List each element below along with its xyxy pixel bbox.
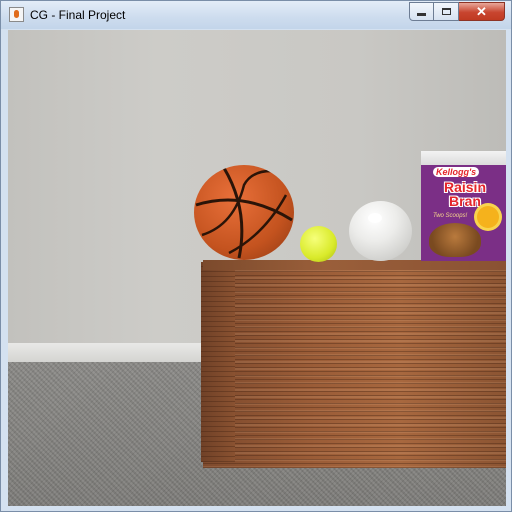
wooden-table-top bbox=[203, 260, 506, 270]
minimize-button[interactable] bbox=[409, 2, 434, 21]
cereal-brand-logo: Kellogg's bbox=[433, 167, 480, 177]
cereal-bowl-image bbox=[429, 223, 481, 257]
white-ball-highlight bbox=[368, 213, 382, 223]
close-icon: ✕ bbox=[476, 4, 487, 19]
wooden-table-side bbox=[201, 262, 235, 462]
sun-mascot-icon bbox=[477, 206, 499, 228]
cereal-name: Raisin Bran bbox=[430, 180, 500, 208]
maximize-icon bbox=[441, 8, 451, 15]
tennis-ball bbox=[300, 226, 337, 262]
basketball bbox=[194, 165, 294, 260]
wooden-table bbox=[203, 268, 506, 468]
cereal-box: Kellogg's Raisin Bran Two Scoops! bbox=[421, 151, 506, 261]
minimize-icon bbox=[417, 13, 426, 16]
window-controls: ✕ bbox=[409, 2, 505, 21]
window-title: CG - Final Project bbox=[30, 8, 126, 22]
cereal-name-line1: Raisin bbox=[443, 179, 486, 195]
render-canvas[interactable]: Kellogg's Raisin Bran Two Scoops! bbox=[8, 30, 506, 506]
app-window: CG - Final Project ✕ Kellogg's Raisin Br… bbox=[0, 0, 512, 512]
cereal-tagline: Two Scoops! bbox=[433, 213, 468, 219]
cereal-box-top bbox=[421, 151, 506, 165]
maximize-button[interactable] bbox=[434, 2, 459, 21]
title-bar[interactable]: CG - Final Project ✕ bbox=[1, 1, 511, 29]
close-button[interactable]: ✕ bbox=[459, 2, 505, 21]
white-ball bbox=[349, 201, 412, 261]
java-app-icon[interactable] bbox=[9, 7, 24, 22]
